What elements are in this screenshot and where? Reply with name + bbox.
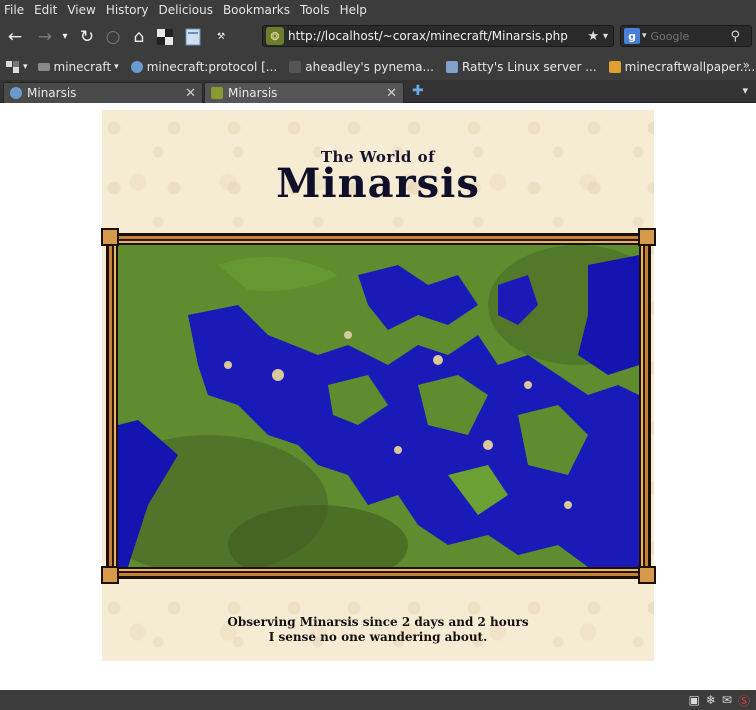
- menu-edit[interactable]: Edit: [34, 3, 57, 17]
- folder-icon: [37, 62, 50, 71]
- bookmarks-toolbar: ▾ minecraft ▾ minecraft:protocol [... ah…: [0, 53, 756, 80]
- frame-corner-ornament: [638, 566, 656, 584]
- frame-corner-ornament: [638, 228, 656, 246]
- bookmark-wallpaper[interactable]: minecraftwallpaper....: [608, 59, 756, 74]
- tag-icon[interactable]: ⚒: [209, 25, 233, 49]
- swirl-icon: [608, 60, 621, 73]
- tab-minarsis-2[interactable]: Minarsis ✕: [204, 82, 404, 103]
- menu-file[interactable]: File: [4, 3, 24, 17]
- tab-title: Minarsis: [27, 86, 77, 100]
- tab-minarsis-1[interactable]: Minarsis ✕: [3, 82, 203, 103]
- map-frame-inner: [112, 239, 645, 573]
- menu-tools[interactable]: Tools: [300, 3, 330, 17]
- url-dropdown-icon[interactable]: ▾: [603, 31, 608, 42]
- document-icon: [185, 28, 201, 45]
- git-icon: [289, 60, 302, 73]
- globe-icon: [130, 60, 143, 73]
- page-title: Minarsis: [276, 160, 480, 207]
- bookmark-label: minecraft: [53, 59, 112, 74]
- google-engine-icon[interactable]: g: [624, 28, 640, 44]
- bookmark-label: aheadley's pynema...: [305, 59, 434, 74]
- close-icon[interactable]: ✕: [386, 86, 397, 101]
- bookmarks-menu-icon: [6, 60, 19, 73]
- chevron-down-icon: ▾: [114, 61, 119, 72]
- chevron-down-icon: ▾: [23, 61, 28, 72]
- bookmark-protocol[interactable]: minecraft:protocol [...: [130, 59, 278, 74]
- home-icon[interactable]: ⌂: [127, 25, 151, 49]
- uptime-text: Observing Minarsis since 2 days and 2 ho…: [227, 615, 529, 629]
- menu-history[interactable]: History: [106, 3, 149, 17]
- bookmark-star-icon[interactable]: ★: [587, 29, 599, 44]
- bookmark-label: minecraft:protocol [...: [146, 59, 278, 74]
- menu-view[interactable]: View: [67, 3, 95, 17]
- menu-delicious[interactable]: Delicious: [159, 3, 213, 17]
- navigation-toolbar: ← → ▾ ↻ ○ ⌂ ⚒ ❂ http://localhost/~corax/…: [0, 20, 756, 53]
- search-icon[interactable]: ⚲: [731, 29, 741, 44]
- reload-icon[interactable]: ↻: [75, 25, 99, 49]
- bookmark-ratty[interactable]: Ratty's Linux server ...: [445, 59, 597, 74]
- back-arrow-icon[interactable]: ←: [3, 25, 27, 49]
- new-tab-icon[interactable]: ✚: [412, 83, 424, 99]
- tab-list-chevron-icon[interactable]: ▾: [742, 84, 748, 97]
- frame-corner-ornament: [101, 566, 119, 584]
- site-favicon-icon: ❂: [266, 27, 284, 45]
- page-icon: [445, 60, 458, 73]
- menu-bookmarks[interactable]: Bookmarks: [223, 3, 290, 17]
- tab-bar: Minarsis ✕ Minarsis ✕ ✚ ▾: [0, 80, 756, 103]
- bookmark-toolbar-icon[interactable]: [153, 25, 177, 49]
- map-frame: [101, 228, 656, 584]
- world-map-svg: [118, 245, 639, 567]
- history-dropdown-icon[interactable]: ▾: [57, 25, 73, 49]
- menu-help[interactable]: Help: [340, 3, 367, 17]
- bookmarks-overflow-icon[interactable]: »: [743, 58, 750, 72]
- page-icon[interactable]: [181, 25, 205, 49]
- frame-corner-ornament: [101, 228, 119, 246]
- bookmarks-menu-button[interactable]: ▾: [6, 60, 28, 73]
- search-bar[interactable]: g ▾ ⚲: [620, 25, 752, 47]
- menu-bar: File Edit View History Delicious Bookmar…: [0, 0, 756, 20]
- bookmark-label: Ratty's Linux server ...: [461, 59, 597, 74]
- snowflake-icon[interactable]: ❄: [706, 693, 716, 707]
- tab-title: Minarsis: [228, 86, 278, 100]
- stumble-icon[interactable]: Ⓢ: [738, 692, 750, 709]
- parchment-background: The World of Minarsis Observing Minarsis…: [101, 110, 656, 661]
- engine-dropdown-icon[interactable]: ▾: [642, 31, 647, 41]
- delicious-status-icon[interactable]: ▣: [689, 693, 700, 707]
- bookmark-label: minecraftwallpaper....: [624, 59, 756, 74]
- tab-favicon-icon: [211, 87, 223, 99]
- search-input[interactable]: [650, 29, 729, 43]
- tab-favicon-icon: [10, 87, 22, 99]
- mail-icon[interactable]: ✉: [722, 693, 732, 707]
- close-icon[interactable]: ✕: [185, 86, 196, 101]
- bookmark-grid-icon: [157, 28, 173, 45]
- url-text[interactable]: http://localhost/~corax/minecraft/Minars…: [288, 29, 587, 43]
- forward-arrow-icon[interactable]: →: [33, 25, 57, 49]
- status-bar: ▣ ❄ ✉ Ⓢ: [0, 690, 756, 710]
- world-map-image: [116, 243, 641, 569]
- players-online-text: I sense no one wandering about.: [268, 630, 488, 644]
- bookmark-pynema[interactable]: aheadley's pynema...: [289, 60, 434, 74]
- bookmark-minecraft[interactable]: minecraft ▾: [37, 59, 119, 74]
- stop-icon[interactable]: ○: [101, 25, 125, 49]
- page-viewport: The World of Minarsis Observing Minarsis…: [0, 103, 756, 690]
- url-bar[interactable]: ❂ http://localhost/~corax/minecraft/Mina…: [262, 25, 614, 47]
